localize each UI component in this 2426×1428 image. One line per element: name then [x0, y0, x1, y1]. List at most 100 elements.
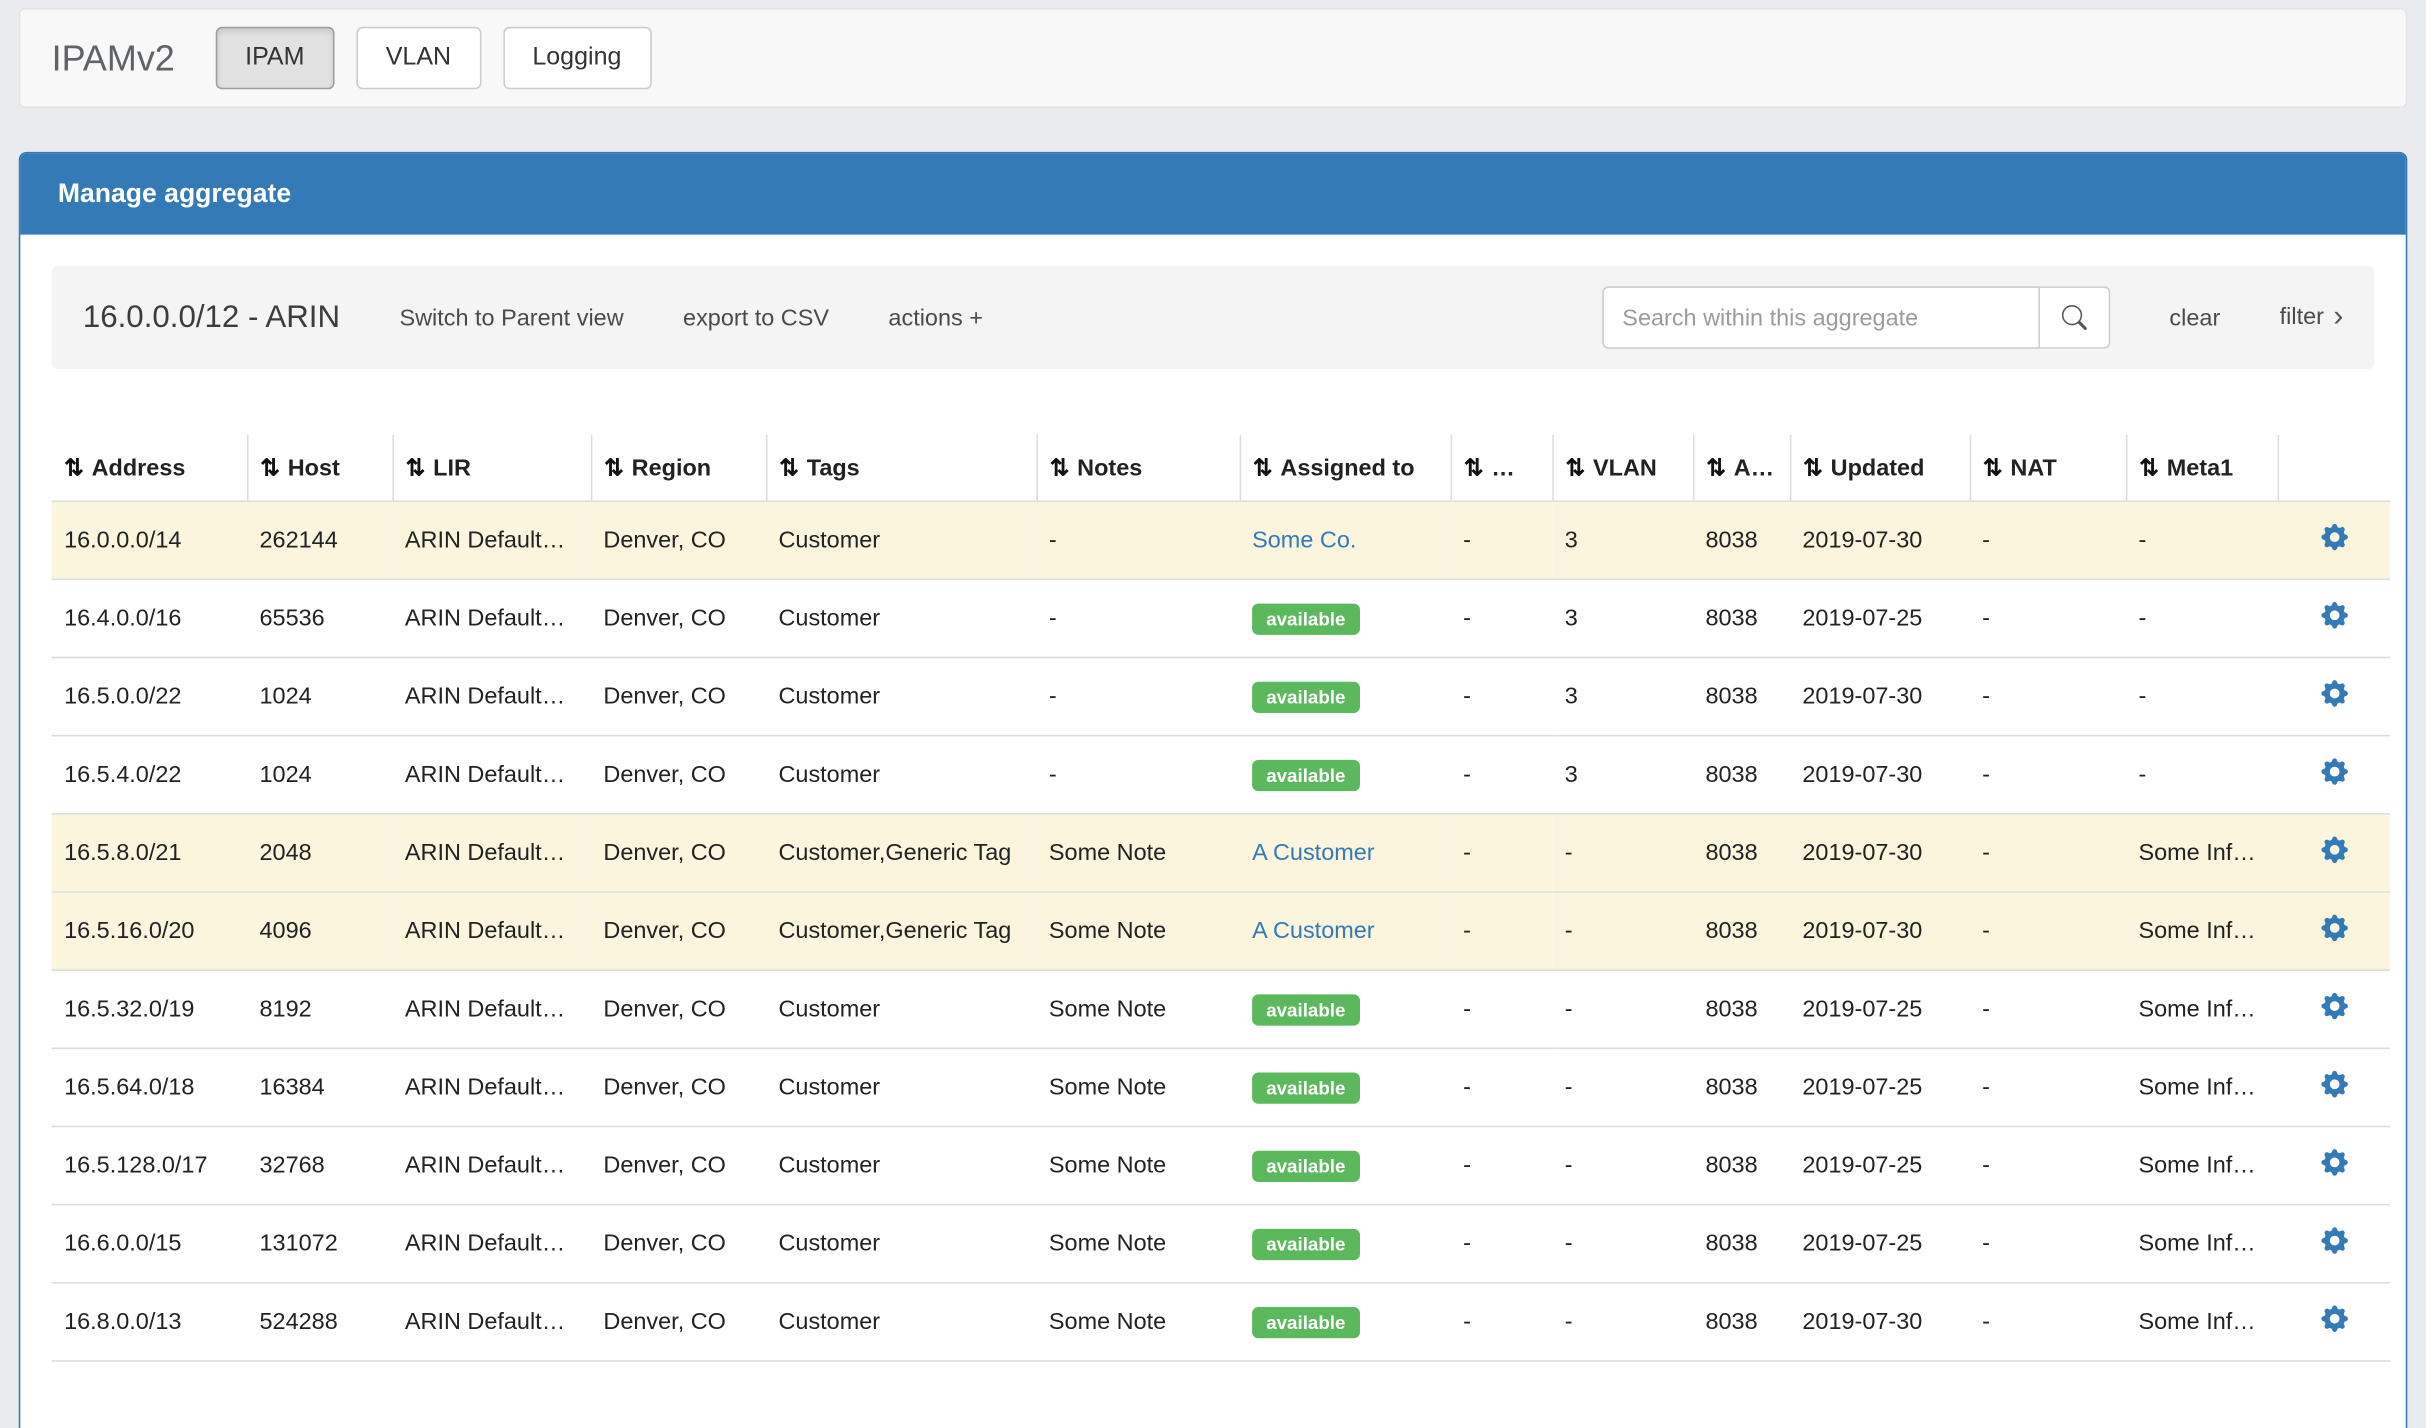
cell-lir: ARIN Default… — [392, 736, 591, 814]
cell-meta1: Some Inf… — [2126, 1126, 2278, 1204]
assigned-to-link[interactable]: Some Co. — [1252, 527, 1356, 554]
cell-lir: ARIN Default… — [392, 1205, 591, 1283]
cell-meta1: Some Inf… — [2126, 814, 2278, 892]
cell-vlan: 3 — [1552, 736, 1693, 814]
available-badge: available — [1252, 1306, 1359, 1337]
cell-meta1: Some Inf… — [2126, 1205, 2278, 1283]
filter-link[interactable]: filter› — [2280, 300, 2344, 334]
tab-logging[interactable]: Logging — [503, 27, 651, 90]
cell-actions — [2278, 814, 2391, 892]
cell-actions — [2278, 579, 2391, 657]
cell-tags: Customer,Generic Tag — [766, 892, 1036, 970]
cell-tags: Customer — [766, 501, 1036, 579]
gear-icon[interactable] — [2321, 1149, 2348, 1176]
top-navbar: IPAMv2 IPAM VLAN Logging — [19, 8, 2408, 108]
cell-meta1: - — [2126, 736, 2278, 814]
gear-icon[interactable] — [2321, 993, 2348, 1020]
column-header-notes[interactable]: ⇅Notes — [1036, 435, 1239, 501]
cell-meta1: Some Inf… — [2126, 1283, 2278, 1361]
cell-notes: - — [1036, 501, 1239, 579]
column-header-nat[interactable]: ⇅NAT — [1970, 435, 2126, 501]
cell-updated: 2019-07-30 — [1790, 892, 1970, 970]
cell-assigned-to: A Customer — [1240, 892, 1451, 970]
search-input[interactable] — [1602, 286, 2040, 349]
cell-nat: - — [1970, 1283, 2126, 1361]
cell-lir: ARIN Default… — [392, 501, 591, 579]
available-badge: available — [1252, 994, 1359, 1025]
table-row: 16.8.0.0/13 524288 ARIN Default… Denver,… — [52, 1283, 2391, 1361]
gear-icon[interactable] — [2321, 1071, 2348, 1098]
cell-tags: Customer — [766, 1205, 1036, 1283]
cell-notes: Some Note — [1036, 892, 1239, 970]
column-header-region[interactable]: ⇅Region — [591, 435, 766, 501]
cell-lir: ARIN Default… — [392, 970, 591, 1048]
column-label: Tags — [807, 455, 860, 482]
gear-icon[interactable] — [2321, 836, 2348, 863]
gear-icon[interactable] — [2321, 524, 2348, 551]
cell-address: 16.5.8.0/21 — [52, 814, 247, 892]
assigned-to-link[interactable]: A Customer — [1252, 918, 1375, 945]
cell-assigned-to: available — [1240, 1205, 1451, 1283]
column-header-address[interactable]: ⇅Address — [52, 435, 247, 501]
cell-vlan: - — [1552, 1205, 1693, 1283]
manage-aggregate-panel: Manage aggregate 16.0.0.0/12 - ARIN Swit… — [19, 152, 2408, 1428]
cell-a-truncated: 8038 — [1693, 892, 1790, 970]
column-header-a-truncated[interactable]: ⇅A… — [1693, 435, 1790, 501]
cell-lir: ARIN Default… — [392, 1126, 591, 1204]
aggregate-toolbar: 16.0.0.0/12 - ARIN Switch to Parent view… — [52, 266, 2375, 369]
assigned-to-link[interactable]: A Customer — [1252, 840, 1375, 867]
cell-address: 16.5.128.0/17 — [52, 1126, 247, 1204]
switch-parent-view-link[interactable]: Switch to Parent view — [399, 304, 623, 331]
export-csv-link[interactable]: export to CSV — [683, 304, 829, 331]
cell-tags: Customer — [766, 579, 1036, 657]
column-header-lir[interactable]: ⇅LIR — [392, 435, 591, 501]
actions-menu-link[interactable]: actions + — [888, 304, 983, 331]
column-label: Host — [288, 455, 340, 482]
cell-notes: Some Note — [1036, 1283, 1239, 1361]
tab-ipam[interactable]: IPAM — [215, 27, 334, 90]
column-header-host[interactable]: ⇅Host — [247, 435, 392, 501]
gear-icon[interactable] — [2321, 1305, 2348, 1332]
table-row: 16.5.128.0/17 32768 ARIN Default… Denver… — [52, 1126, 2391, 1204]
column-header-updated[interactable]: ⇅ Updated — [1790, 435, 1970, 501]
table-row: 16.6.0.0/15 131072 ARIN Default… Denver,… — [52, 1205, 2391, 1283]
cell-a-truncated: 8038 — [1693, 1126, 1790, 1204]
cell-actions — [2278, 1048, 2391, 1126]
cell-a-truncated: 8038 — [1693, 814, 1790, 892]
column-label: Updated — [1831, 455, 1925, 482]
cell-host: 1024 — [247, 736, 392, 814]
cell-updated: 2019-07-25 — [1790, 579, 1970, 657]
cell-notes: Some Note — [1036, 1048, 1239, 1126]
cell-actions — [2278, 501, 2391, 579]
gear-icon[interactable] — [2321, 602, 2348, 629]
aggregate-title: 16.0.0.0/12 - ARIN — [83, 300, 340, 336]
cell-address: 16.4.0.0/16 — [52, 579, 247, 657]
cell-assigned-to: available — [1240, 1048, 1451, 1126]
column-header-vlan[interactable]: ⇅ VLAN — [1552, 435, 1693, 501]
tab-vlan[interactable]: VLAN — [356, 27, 481, 90]
gear-icon[interactable] — [2321, 758, 2348, 785]
cell-tags: Customer — [766, 970, 1036, 1048]
column-label: A… — [1734, 455, 1774, 482]
cell-nat: - — [1970, 970, 2126, 1048]
sort-icon: ⇅ — [1566, 455, 1586, 482]
column-header-meta1[interactable]: ⇅Meta1 — [2126, 435, 2278, 501]
cell-nat: - — [1970, 658, 2126, 736]
cell-actions — [2278, 736, 2391, 814]
sort-icon: ⇅ — [1803, 455, 1823, 482]
clear-link[interactable]: clear — [2169, 304, 2220, 331]
gear-icon[interactable] — [2321, 680, 2348, 707]
cell-tags: Customer — [766, 1283, 1036, 1361]
cell-lir: ARIN Default… — [392, 814, 591, 892]
cell-vlan: - — [1552, 1048, 1693, 1126]
column-header-tags[interactable]: ⇅Tags — [766, 435, 1036, 501]
available-badge: available — [1252, 759, 1359, 790]
gear-icon[interactable] — [2321, 915, 2348, 942]
cell-a-truncated: 8038 — [1693, 1205, 1790, 1283]
column-label: VLAN — [1593, 455, 1657, 482]
column-header-assigned-to[interactable]: ⇅Assigned to — [1240, 435, 1451, 501]
cell-lir: ARIN Default… — [392, 579, 591, 657]
search-button[interactable] — [2040, 286, 2110, 349]
gear-icon[interactable] — [2321, 1227, 2348, 1254]
column-header-truncated[interactable]: ⇅… — [1451, 435, 1553, 501]
